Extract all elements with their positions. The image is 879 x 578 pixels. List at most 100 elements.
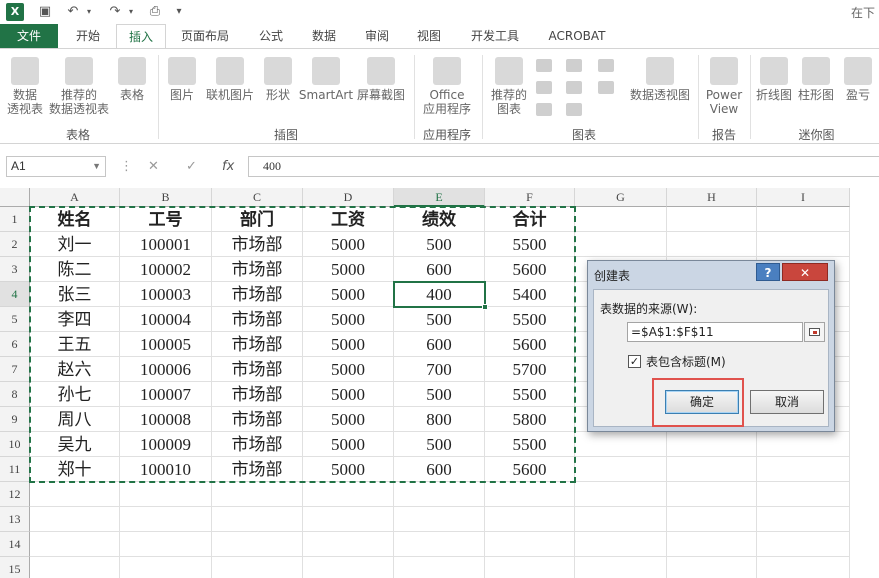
- cell-f9[interactable]: 5800: [485, 407, 575, 432]
- cell-f10[interactable]: 5500: [485, 432, 575, 457]
- scatter-chart-icon[interactable]: [598, 81, 614, 94]
- redo-dropdown-icon[interactable]: ▾: [122, 3, 140, 21]
- column-header-a[interactable]: A: [30, 188, 120, 207]
- name-box[interactable]: A1 ▼: [6, 156, 106, 177]
- cell-b1[interactable]: 工号: [120, 207, 212, 232]
- cell-c8[interactable]: 市场部: [212, 382, 303, 407]
- cell-a5[interactable]: 李四: [30, 307, 120, 332]
- cell-d7[interactable]: 5000: [303, 357, 394, 382]
- cell-d4[interactable]: 5000: [303, 282, 394, 307]
- tab-home[interactable]: 开始: [66, 24, 110, 48]
- cell-a15[interactable]: [30, 557, 120, 578]
- row-header-13[interactable]: 13: [0, 507, 30, 532]
- cell-f6[interactable]: 5600: [485, 332, 575, 357]
- cell-c7[interactable]: 市场部: [212, 357, 303, 382]
- cell-f14[interactable]: [485, 532, 575, 557]
- recommended-charts-button[interactable]: 推荐的 图表: [486, 57, 532, 116]
- cell-b5[interactable]: 100004: [120, 307, 212, 332]
- ok-button[interactable]: 确定: [665, 390, 739, 414]
- cell-i13[interactable]: [757, 507, 850, 532]
- cell-e13[interactable]: [394, 507, 485, 532]
- cell-c14[interactable]: [212, 532, 303, 557]
- online-picture-button[interactable]: 联机图片: [204, 57, 256, 102]
- table-button[interactable]: 表格: [114, 57, 150, 102]
- cell-i15[interactable]: [757, 557, 850, 578]
- cell-d14[interactable]: [303, 532, 394, 557]
- cell-a4[interactable]: 张三: [30, 282, 120, 307]
- cell-f1[interactable]: 合计: [485, 207, 575, 232]
- column-header-f[interactable]: F: [485, 188, 575, 207]
- cell-h11[interactable]: [667, 457, 757, 482]
- cell-b9[interactable]: 100008: [120, 407, 212, 432]
- cell-d8[interactable]: 5000: [303, 382, 394, 407]
- cell-d15[interactable]: [303, 557, 394, 578]
- cell-g1[interactable]: [575, 207, 667, 232]
- recommended-pivot-button[interactable]: 推荐的 数据透视表: [48, 57, 110, 116]
- office-apps-button[interactable]: Office 应用程序: [418, 57, 476, 116]
- cell-f2[interactable]: 5500: [485, 232, 575, 257]
- cell-g11[interactable]: [575, 457, 667, 482]
- pivot-chart-button[interactable]: 数据透视图: [628, 57, 692, 102]
- pie-chart-icon[interactable]: [536, 103, 552, 116]
- row-header-15[interactable]: 15: [0, 557, 30, 578]
- row-header-5[interactable]: 5: [0, 307, 30, 332]
- tab-formulas[interactable]: 公式: [250, 24, 292, 48]
- cell-h1[interactable]: [667, 207, 757, 232]
- cell-a12[interactable]: [30, 482, 120, 507]
- row-header-6[interactable]: 6: [0, 332, 30, 357]
- row-header-7[interactable]: 7: [0, 357, 30, 382]
- close-icon[interactable]: ✕: [782, 263, 828, 281]
- cell-a9[interactable]: 周八: [30, 407, 120, 432]
- cell-d11[interactable]: 5000: [303, 457, 394, 482]
- cell-a3[interactable]: 陈二: [30, 257, 120, 282]
- cell-d6[interactable]: 5000: [303, 332, 394, 357]
- cell-e12[interactable]: [394, 482, 485, 507]
- row-header-12[interactable]: 12: [0, 482, 30, 507]
- cell-i2[interactable]: [757, 232, 850, 257]
- row-header-3[interactable]: 3: [0, 257, 30, 282]
- cell-h13[interactable]: [667, 507, 757, 532]
- tab-insert[interactable]: 插入: [116, 24, 166, 49]
- picture-button[interactable]: 图片: [164, 57, 200, 102]
- cell-i10[interactable]: [757, 432, 850, 457]
- column-header-e[interactable]: E: [394, 188, 485, 207]
- tab-developer[interactable]: 开发工具: [462, 24, 528, 48]
- cell-e6[interactable]: 600: [394, 332, 485, 357]
- cell-a10[interactable]: 吴九: [30, 432, 120, 457]
- cancel-icon[interactable]: ✕: [148, 156, 159, 177]
- cell-b2[interactable]: 100001: [120, 232, 212, 257]
- tab-file[interactable]: 文件: [0, 24, 58, 48]
- shapes-button[interactable]: 形状: [260, 57, 296, 102]
- cell-d3[interactable]: 5000: [303, 257, 394, 282]
- cell-a6[interactable]: 王五: [30, 332, 120, 357]
- row-header-1[interactable]: 1: [0, 207, 30, 232]
- cell-b14[interactable]: [120, 532, 212, 557]
- row-header-11[interactable]: 11: [0, 457, 30, 482]
- cell-i12[interactable]: [757, 482, 850, 507]
- tab-page-layout[interactable]: 页面布局: [172, 24, 238, 48]
- column-chart-icon[interactable]: [536, 59, 552, 72]
- cell-b15[interactable]: [120, 557, 212, 578]
- cell-d5[interactable]: 5000: [303, 307, 394, 332]
- cell-c4[interactable]: 市场部: [212, 282, 303, 307]
- chevron-down-icon[interactable]: ▼: [92, 157, 101, 176]
- enter-icon[interactable]: ✓: [186, 156, 197, 177]
- cell-d2[interactable]: 5000: [303, 232, 394, 257]
- cell-f4[interactable]: 5400: [485, 282, 575, 307]
- cell-g13[interactable]: [575, 507, 667, 532]
- power-view-button[interactable]: Power View: [704, 57, 744, 116]
- cell-b13[interactable]: [120, 507, 212, 532]
- combo-chart-icon[interactable]: [566, 103, 582, 116]
- row-header-8[interactable]: 8: [0, 382, 30, 407]
- cell-f11[interactable]: 5600: [485, 457, 575, 482]
- sparkline-line-button[interactable]: 折线图: [754, 57, 794, 102]
- cell-a2[interactable]: 刘一: [30, 232, 120, 257]
- formula-input[interactable]: 400: [248, 156, 879, 177]
- has-headers-checkbox[interactable]: ✓: [628, 355, 641, 368]
- insert-function-icon[interactable]: fx: [222, 156, 234, 177]
- cell-h10[interactable]: [667, 432, 757, 457]
- sparkline-column-button[interactable]: 柱形图: [796, 57, 836, 102]
- cell-a13[interactable]: [30, 507, 120, 532]
- cell-d1[interactable]: 工资: [303, 207, 394, 232]
- row-header-4[interactable]: 4: [0, 282, 30, 307]
